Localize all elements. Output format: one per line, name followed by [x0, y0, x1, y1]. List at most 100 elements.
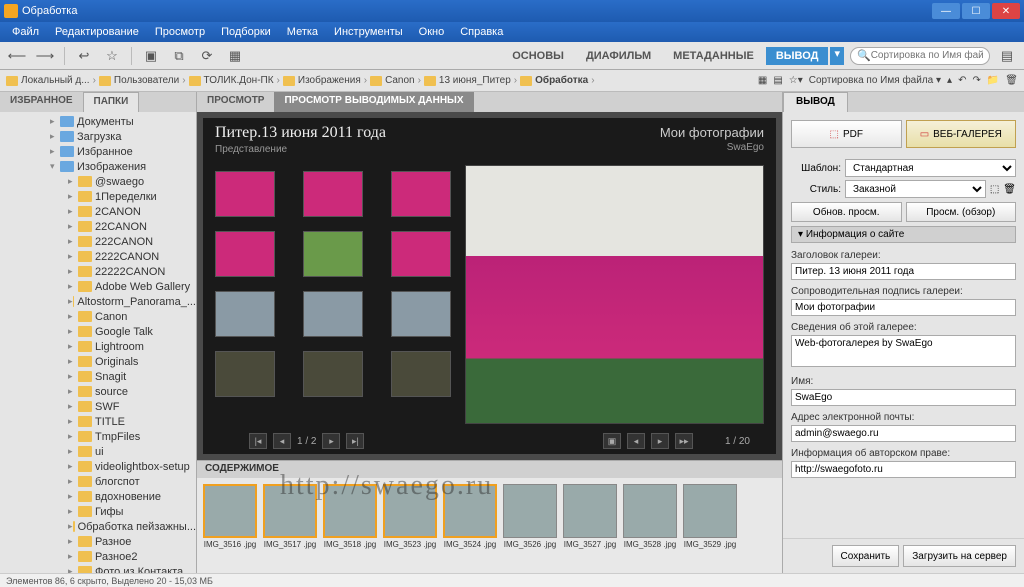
menu-view[interactable]: Просмотр	[147, 26, 213, 38]
back-button[interactable]: ⟵	[6, 46, 28, 66]
left-tab-favorites[interactable]: ИЗБРАННОЕ	[0, 92, 83, 112]
sort-label[interactable]: Сортировка по Имя файла ▾	[809, 75, 941, 86]
filmstrip-item[interactable]: IMG_3517 .jpg	[263, 484, 317, 567]
tree-item[interactable]: ▸Originals	[0, 354, 196, 369]
menu-label[interactable]: Метка	[279, 26, 326, 38]
thumbnail[interactable]	[303, 171, 363, 217]
slideshow-icon[interactable]: ▣	[603, 433, 621, 449]
crumb-user[interactable]: ТОЛИК.Дон-ПК	[189, 75, 274, 86]
crumb-current[interactable]: Обработка	[520, 75, 588, 86]
tree-item[interactable]: ▸TITLE	[0, 414, 196, 429]
tree-item[interactable]: ▸вдохновение	[0, 489, 196, 504]
new-folder-icon[interactable]: 📁	[987, 75, 999, 86]
thumbnail[interactable]	[303, 231, 363, 277]
crumb-pictures[interactable]: Изображения	[283, 75, 361, 86]
tree-item[interactable]: ▸Разное2	[0, 549, 196, 564]
filmstrip-item[interactable]: IMG_3526 .jpg	[503, 484, 557, 567]
filmstrip-item[interactable]: IMG_3516 .jpg	[203, 484, 257, 567]
menu-file[interactable]: Файл	[4, 26, 47, 38]
open-icon[interactable]: ▦	[224, 46, 246, 66]
tree-item[interactable]: ▸ui	[0, 444, 196, 459]
center-tab-view[interactable]: ПРОСМОТР	[197, 92, 274, 112]
caption-input[interactable]	[791, 299, 1016, 316]
sort-asc-icon[interactable]: ▴	[947, 75, 952, 86]
about-input[interactable]	[791, 335, 1016, 367]
thumbnail[interactable]	[215, 231, 275, 277]
menu-window[interactable]: Окно	[411, 26, 453, 38]
menu-edit[interactable]: Редактирование	[47, 26, 147, 38]
tree-item[interactable]: ▸Google Talk	[0, 324, 196, 339]
template-select[interactable]: Стандартная	[845, 159, 1016, 177]
rotate-ccw-icon[interactable]: ↶	[958, 75, 966, 86]
email-input[interactable]	[791, 425, 1016, 442]
tree-item[interactable]: ▸блогспот	[0, 474, 196, 489]
menu-stacks[interactable]: Подборки	[213, 26, 279, 38]
left-tab-folders[interactable]: ПАПКИ	[83, 92, 140, 112]
pager-prev-button[interactable]: ◂	[273, 433, 291, 449]
rotate-cw-icon[interactable]: ↷	[972, 75, 980, 86]
crumb-drive[interactable]: Локальный д...	[6, 75, 90, 86]
pager-last-button[interactable]: ▸|	[346, 433, 364, 449]
favorite-button[interactable]: ☆	[101, 46, 123, 66]
compact-mode-icon[interactable]: ▤	[996, 46, 1018, 66]
crumb-date[interactable]: 13 июня_Питер	[424, 75, 511, 86]
search-box[interactable]: 🔍	[850, 47, 990, 65]
filmstrip-item[interactable]: IMG_3524 .jpg	[443, 484, 497, 567]
tree-item[interactable]: ▸2222CANON	[0, 249, 196, 264]
tree-item[interactable]: ▸Canon	[0, 309, 196, 324]
window-close-button[interactable]: ✕	[992, 3, 1020, 19]
menu-help[interactable]: Справка	[452, 26, 511, 38]
tree-item[interactable]: ▸Lightroom	[0, 339, 196, 354]
tree-item[interactable]: ▸source	[0, 384, 196, 399]
right-tab-output[interactable]: ВЫВОД	[783, 92, 848, 112]
pdf-output-button[interactable]: ⬚PDF	[791, 120, 902, 148]
tree-item[interactable]: ▸Разное	[0, 534, 196, 549]
crumb-canon[interactable]: Canon	[370, 75, 414, 86]
slide-prev-button[interactable]: ◂	[627, 433, 645, 449]
tab-output[interactable]: ВЫВОД	[766, 47, 829, 65]
thumbnail[interactable]	[215, 351, 275, 397]
filmstrip-item[interactable]: IMG_3523 .jpg	[383, 484, 437, 567]
save-button[interactable]: Сохранить	[832, 545, 900, 567]
upload-button[interactable]: Загрузить на сервер	[903, 545, 1016, 567]
window-minimize-button[interactable]: —	[932, 3, 960, 19]
web-gallery-button[interactable]: ▭ВЕБ-ГАЛЕРЕЯ	[906, 120, 1017, 148]
center-tab-output[interactable]: ПРОСМОТР ВЫВОДИМЫХ ДАННЫХ	[274, 92, 473, 112]
tab-metadata[interactable]: МЕТАДАННЫЕ	[663, 47, 764, 65]
name-input[interactable]	[791, 389, 1016, 406]
tree-item[interactable]: ▸22222CANON	[0, 264, 196, 279]
tab-filmstrip[interactable]: ДИАФИЛЬМ	[576, 47, 661, 65]
tab-essentials[interactable]: ОСНОВЫ	[502, 47, 574, 65]
tree-item[interactable]: ▸222CANON	[0, 234, 196, 249]
reveal-button[interactable]: ↩	[73, 46, 95, 66]
filmstrip-item[interactable]: IMG_3518 .jpg	[323, 484, 377, 567]
tree-item[interactable]: ▸Snagit	[0, 369, 196, 384]
window-maximize-button[interactable]: ☐	[962, 3, 990, 19]
refresh-preview-button[interactable]: Обнов. просм.	[791, 202, 902, 222]
tree-item[interactable]: ▸Adobe Web Gallery	[0, 279, 196, 294]
tree-item[interactable]: ▸2CANON	[0, 204, 196, 219]
search-input[interactable]	[871, 50, 983, 61]
tab-output-dropdown[interactable]: ▾	[830, 47, 844, 65]
filmstrip-item[interactable]: IMG_3529 .jpg	[683, 484, 737, 567]
filmstrip-item[interactable]: IMG_3527 .jpg	[563, 484, 617, 567]
filter-icon[interactable]: ▤	[773, 75, 782, 86]
camera-icon[interactable]: ▣	[140, 46, 162, 66]
tree-item[interactable]: ▸Altostorm_Panorama_...	[0, 294, 196, 309]
tree-item[interactable]: ▸Избранное	[0, 144, 196, 159]
save-style-icon[interactable]: ⬚	[990, 184, 999, 195]
site-info-section[interactable]: ▾ Информация о сайте	[791, 226, 1016, 243]
tree-item[interactable]: ▸SWF	[0, 399, 196, 414]
browse-preview-button[interactable]: Просм. (обзор)	[906, 202, 1017, 222]
thumbnail[interactable]	[303, 291, 363, 337]
slide-next-button[interactable]: ▸▸	[675, 433, 693, 449]
tree-item[interactable]: ▸TmpFiles	[0, 429, 196, 444]
thumbnail[interactable]	[391, 291, 451, 337]
refresh-icon[interactable]: ⟳	[196, 46, 218, 66]
filmstrip-item[interactable]: IMG_3528 .jpg	[623, 484, 677, 567]
main-preview-image[interactable]	[465, 165, 764, 424]
tree-item[interactable]: ▸22CANON	[0, 219, 196, 234]
star-filter-icon[interactable]: ☆▾	[789, 75, 803, 86]
copyright-input[interactable]	[791, 461, 1016, 478]
grid-view-icon[interactable]: ▦	[758, 75, 767, 86]
